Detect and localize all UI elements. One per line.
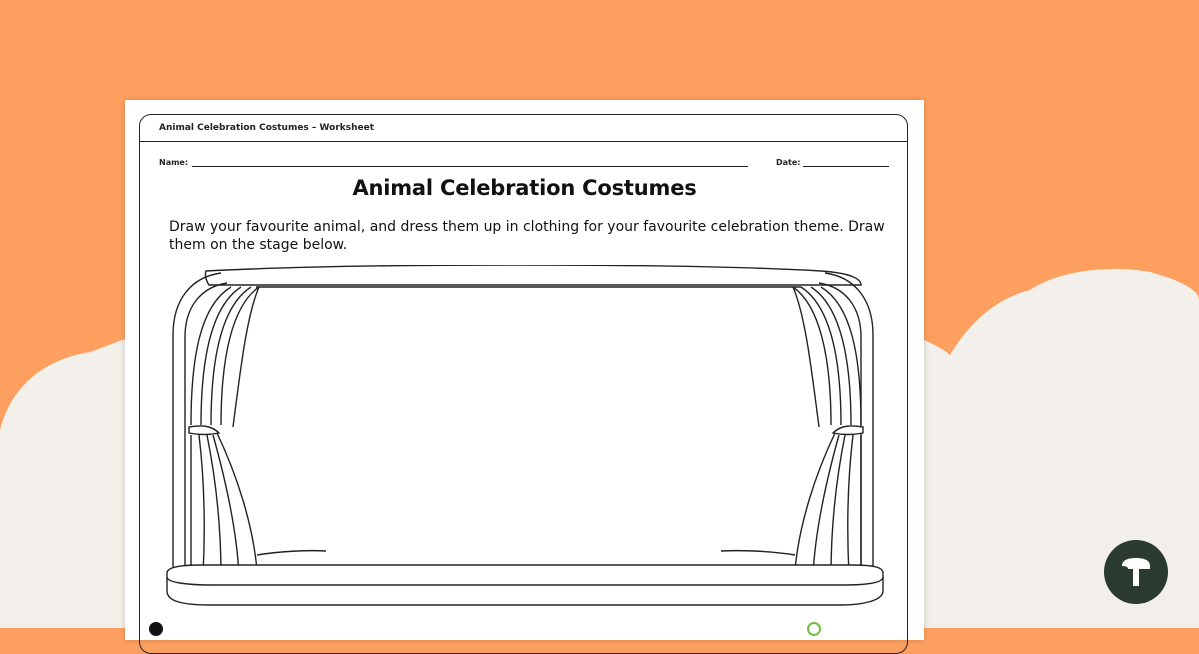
teach-starter-glyph-icon (1122, 558, 1150, 586)
stage-curtains-illustration (166, 265, 884, 606)
worksheet-header-title: Animal Celebration Costumes – Worksheet (159, 123, 375, 133)
worksheet-title: Animal Celebration Costumes (352, 176, 697, 200)
name-label: Name: (159, 158, 189, 167)
name-date-row: Name: Date: (159, 156, 889, 170)
worksheet-header: Animal Celebration Costumes – Worksheet (139, 114, 908, 142)
teach-starter-logo-icon[interactable] (1104, 540, 1168, 604)
footer-logo-left (149, 622, 163, 636)
footer-logo-right (807, 622, 821, 636)
date-field-line[interactable] (803, 166, 889, 167)
worksheet-page: Animal Celebration Costumes – Worksheet … (125, 100, 924, 654)
name-field-line[interactable] (192, 166, 748, 167)
worksheet-instructions: Draw your favourite animal, and dress th… (169, 219, 885, 253)
date-label: Date: (776, 158, 801, 167)
